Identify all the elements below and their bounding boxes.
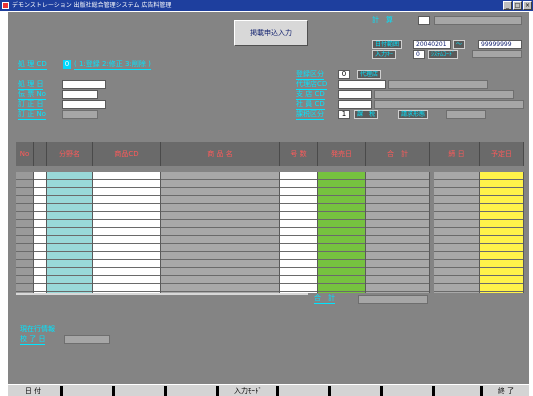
col-no-cells[interactable]	[16, 172, 34, 293]
fkey-separator	[164, 386, 167, 396]
mode-hint: ( 1:登録 2:修正 3:削除 )	[74, 60, 151, 70]
slip-no-label: 伝 票 No	[18, 90, 46, 100]
col-header-blank	[34, 142, 47, 166]
col-issue-cells[interactable]	[280, 172, 318, 293]
fkey-separator	[60, 386, 63, 396]
branch-cd-label: 支 店 CD	[296, 90, 325, 100]
title-bar: デモンストレーション 出版社総合管理システム 広告料管理	[0, 0, 533, 11]
calc-field[interactable]	[418, 16, 430, 25]
col-product-name-cells	[161, 172, 280, 293]
staff-cd-label: 社 員 CD	[296, 100, 325, 110]
fkey-input-mode[interactable]: 入力ﾓｰﾄﾞ	[220, 386, 276, 396]
billing-type-label: 請求形態	[398, 110, 429, 119]
tax-type-field[interactable]: 1	[338, 110, 350, 119]
entry-title-button[interactable]: 掲載申込入力	[234, 20, 308, 46]
application-window: デモンストレーション 出版社総合管理システム 広告料管理 _ □ × 計 算 掲…	[0, 0, 533, 396]
agent-label: 代理店	[357, 70, 382, 79]
correction-date-label: 訂 正 日	[18, 100, 44, 110]
billing-type-field	[446, 110, 486, 119]
col-header-release-date: 発売日	[318, 142, 366, 166]
date-range-label: 日付範囲	[372, 40, 403, 49]
register-type-label: 登録区分	[296, 70, 324, 80]
fkey-separator	[276, 386, 279, 396]
minimize-button[interactable]: _	[503, 1, 512, 10]
fkey-8[interactable]	[384, 386, 434, 396]
fkey-separator	[328, 386, 331, 396]
fkey-separator	[380, 386, 383, 396]
close-button[interactable]: ×	[523, 1, 532, 10]
fkey-6[interactable]	[280, 386, 330, 396]
col-header-issue: 号 数	[280, 142, 318, 166]
window-title: デモンストレーション 出版社総合管理システム 広告料管理	[12, 2, 172, 9]
mode-label: 処 理 CD	[18, 60, 47, 70]
col-header-product-name: 商 品 名	[161, 142, 280, 166]
correction-no-field	[62, 110, 98, 119]
slip-no-field[interactable]	[62, 90, 98, 99]
table-bottom-rule	[16, 293, 308, 295]
date-from-input[interactable]: 20040201	[413, 40, 451, 49]
col-scheduled-date-cells[interactable]	[480, 172, 524, 293]
grand-total-label: 合 計	[314, 294, 335, 304]
fkey-3[interactable]	[116, 386, 166, 396]
col-flag-cells[interactable]	[34, 172, 47, 293]
calc-display	[434, 16, 522, 25]
proof-end-date-label: 校 了 日	[20, 335, 46, 345]
col-header-closing-day: 締 日	[434, 142, 480, 166]
col-header-no: No	[16, 142, 34, 166]
app-icon	[2, 2, 9, 9]
col-header-total: 合 計	[366, 142, 430, 166]
tax-label: 課 税	[354, 110, 379, 119]
col-header-category: 分野名	[47, 142, 93, 166]
col-product-cd-cells[interactable]	[93, 172, 161, 293]
tax-type-label: 課税区分	[296, 110, 324, 120]
mode-input[interactable]: 0	[63, 60, 71, 69]
branch-name-field	[374, 90, 514, 99]
fkey-exit[interactable]: 終 了	[484, 386, 528, 396]
calc-label: 計 算	[372, 16, 393, 24]
function-key-bar: 日 付 入力ﾓｰﾄﾞ 終 了	[8, 384, 529, 396]
fkey-separator	[480, 386, 483, 396]
system-code-label: ｼｽﾃﾑｺｰﾄﾞ	[428, 50, 459, 59]
process-date-field[interactable]	[62, 80, 106, 89]
fkey-4[interactable]	[168, 386, 218, 396]
correction-no-label: 訂 正 No	[18, 110, 46, 120]
input-key-label: 入力ｷｰ	[372, 50, 397, 59]
grand-total-field	[358, 295, 428, 304]
current-row-info-label: 現在行情報	[20, 325, 55, 333]
col-header-scheduled-date: 予定日	[480, 142, 524, 166]
fkey-separator	[216, 386, 219, 396]
date-to-input[interactable]: 99999999	[478, 40, 522, 49]
staff-cd-field[interactable]	[338, 100, 372, 109]
agent-name-field	[388, 80, 488, 89]
col-header-product-cd: 商品CD	[93, 142, 161, 166]
agent-cd-label: 代理店CD	[296, 80, 328, 90]
correction-date-field[interactable]	[62, 100, 106, 109]
system-code-field	[472, 50, 522, 58]
staff-name-field	[374, 100, 524, 109]
col-closing-day-cells	[434, 172, 480, 293]
proof-end-date-field	[64, 335, 110, 344]
date-range-separator: ～	[453, 40, 466, 49]
maximize-button[interactable]: □	[513, 1, 522, 10]
col-category-cells[interactable]	[47, 172, 93, 293]
fkey-2[interactable]	[64, 386, 114, 396]
agent-cd-field[interactable]	[338, 80, 386, 89]
process-date-label: 処 理 日	[18, 80, 44, 90]
col-release-date-cells[interactable]	[318, 172, 366, 293]
fkey-separator	[432, 386, 435, 396]
col-total-cells	[366, 172, 430, 293]
fkey-separator	[112, 386, 115, 396]
fkey-7[interactable]	[332, 386, 382, 396]
input-key-field[interactable]: 0	[413, 50, 425, 59]
branch-cd-field[interactable]	[338, 90, 372, 99]
register-type-field[interactable]: 0	[338, 70, 350, 79]
fkey-date[interactable]: 日 付	[8, 386, 58, 396]
